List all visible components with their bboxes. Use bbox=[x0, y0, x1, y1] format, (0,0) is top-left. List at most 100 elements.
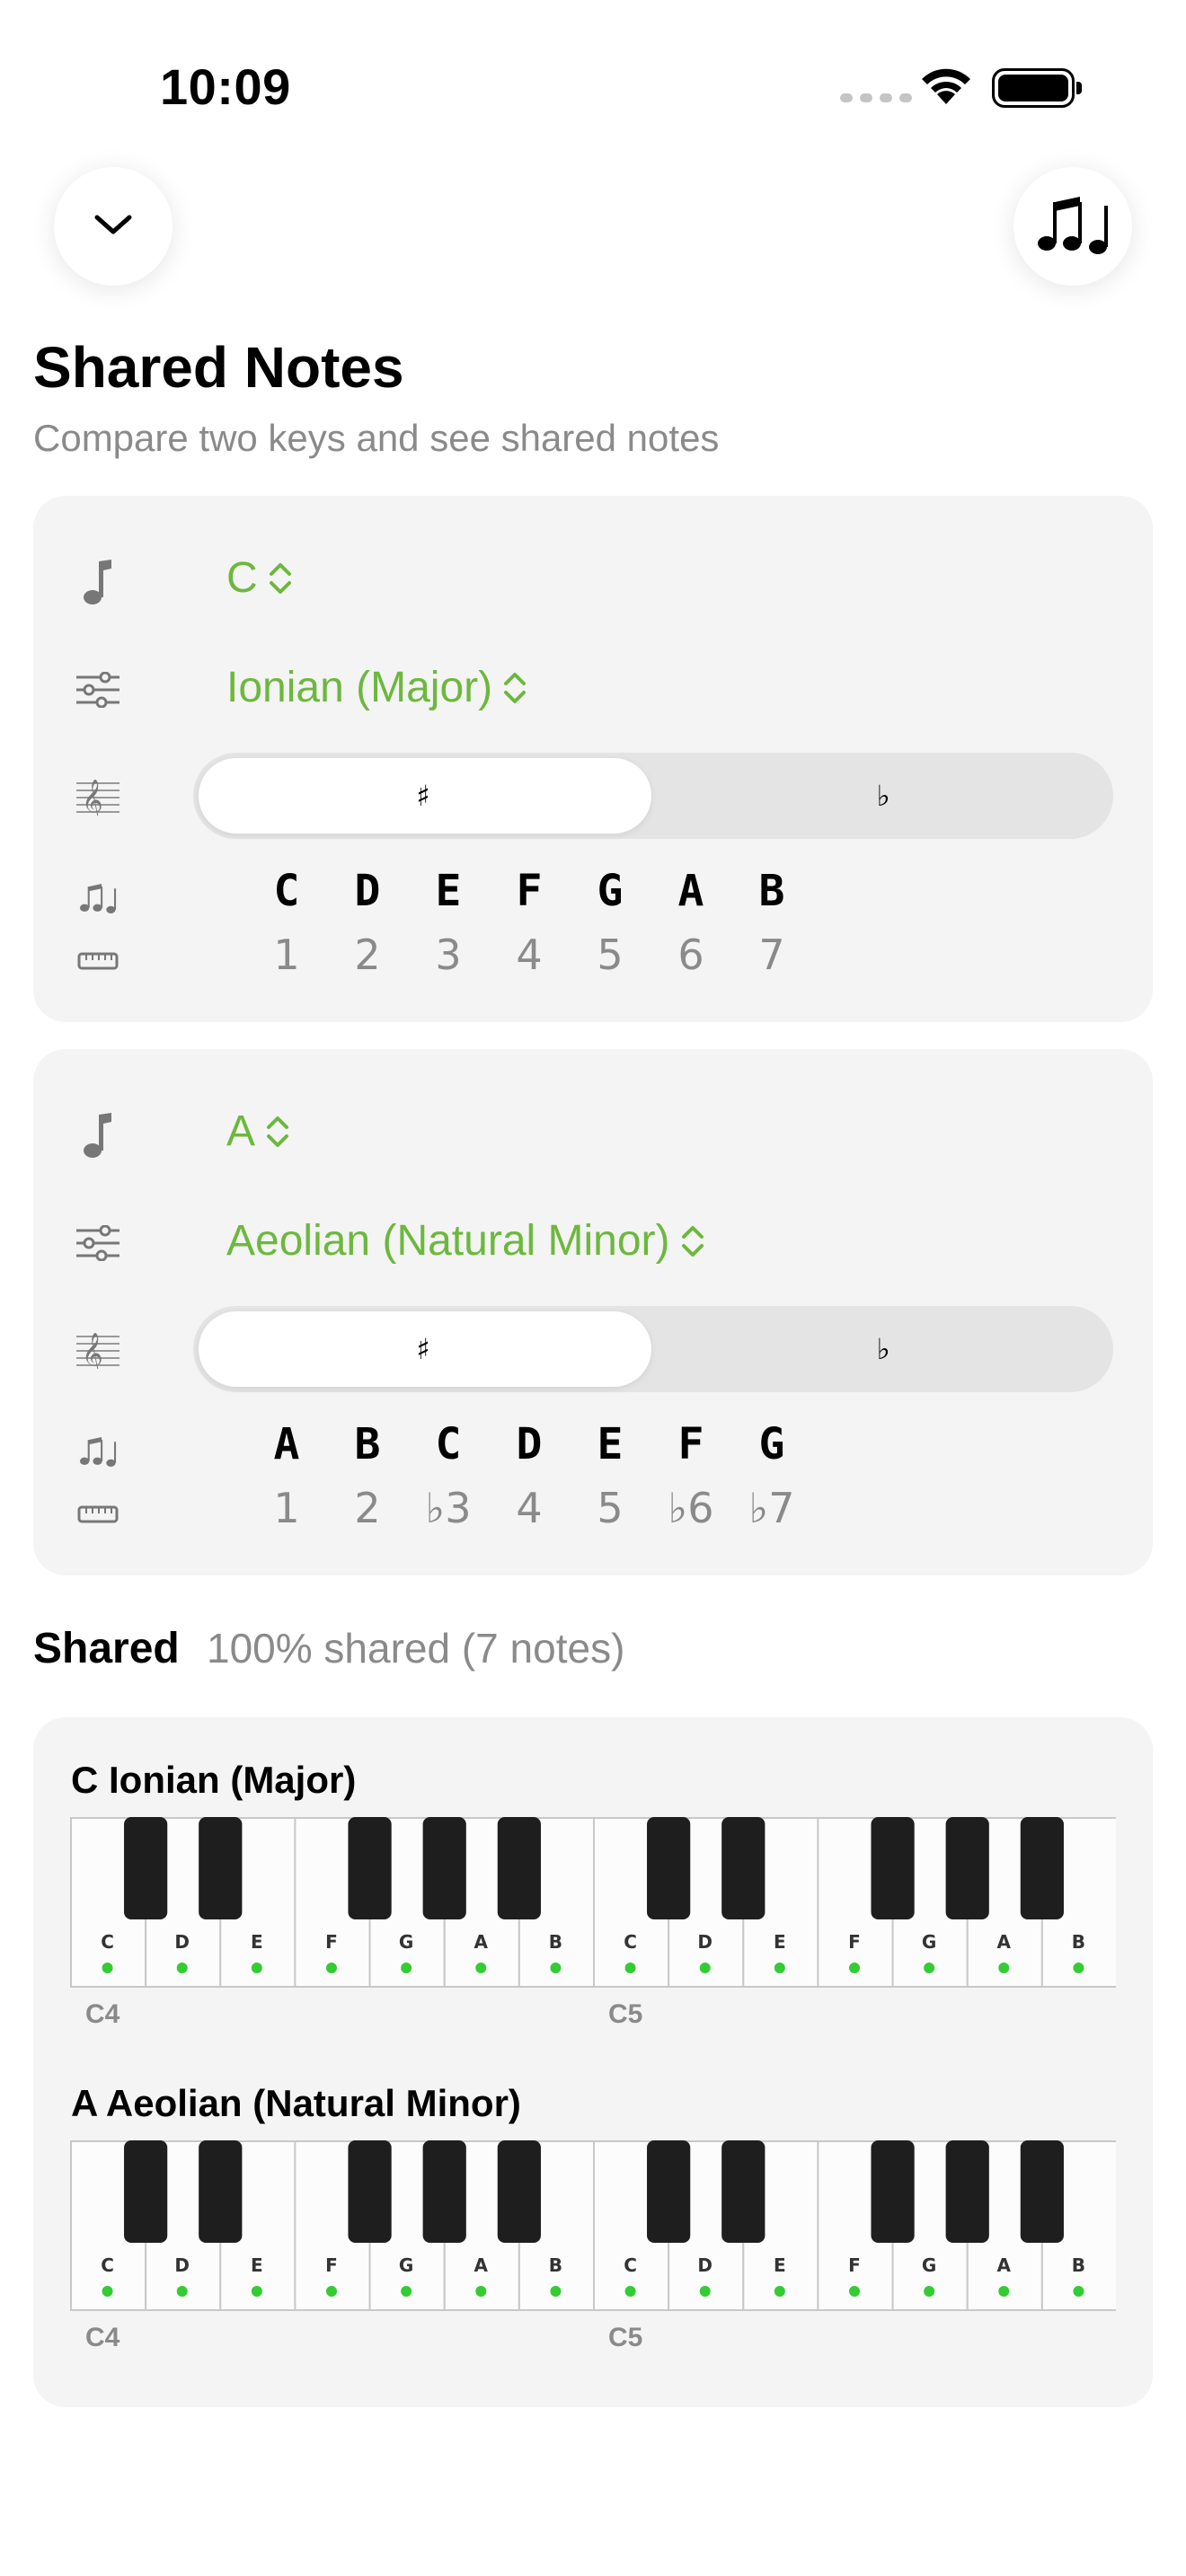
dismiss-button[interactable] bbox=[54, 167, 173, 286]
key-card-1: C Ionian (Major) 𝄞 ♯ ♭ C D E F G A B 1 2 bbox=[33, 496, 1153, 1022]
scale-degree: 6 bbox=[677, 931, 704, 979]
black-key[interactable] bbox=[1020, 2140, 1064, 2243]
key-label: C bbox=[624, 1931, 637, 1953]
key-label: A bbox=[474, 2254, 489, 2276]
key-label: F bbox=[325, 1931, 338, 1953]
shared-note-dot bbox=[774, 1963, 785, 1973]
key-label: G bbox=[922, 1931, 936, 1953]
scale-note: E bbox=[597, 1419, 624, 1469]
shared-note-dot bbox=[924, 2286, 935, 2297]
chevron-updown-icon bbox=[681, 1223, 704, 1259]
black-key[interactable] bbox=[497, 1817, 541, 1919]
black-key[interactable] bbox=[1020, 1817, 1064, 1919]
treble-clef-icon: 𝄞 bbox=[71, 769, 125, 823]
scales-button[interactable] bbox=[1013, 167, 1132, 286]
mode-value: Aeolian (Natural Minor) bbox=[226, 1217, 670, 1265]
scale-degree: ♭3 bbox=[425, 1484, 472, 1532]
mode-value: Ionian (Major) bbox=[226, 664, 493, 711]
music-notes-icon bbox=[1035, 193, 1111, 260]
sliders-icon bbox=[71, 1216, 125, 1270]
shared-note-dot bbox=[326, 2286, 337, 2297]
shared-note-dot bbox=[326, 1963, 337, 1973]
key-label: B bbox=[1072, 1931, 1085, 1953]
segment-flat[interactable]: ♭ bbox=[653, 753, 1113, 839]
octave-label: C5 bbox=[608, 2323, 643, 2352]
black-key[interactable] bbox=[124, 2140, 168, 2243]
black-key[interactable] bbox=[422, 2140, 466, 2243]
segment-flat[interactable]: ♭ bbox=[653, 1306, 1113, 1392]
svg-text:𝄞: 𝄞 bbox=[82, 1333, 103, 1369]
piano-keyboard: CDEFGABCDEFGAB bbox=[70, 1817, 1116, 1988]
ruler-icon bbox=[71, 1487, 125, 1541]
key-label: E bbox=[774, 2254, 786, 2276]
root-picker[interactable]: C bbox=[226, 553, 292, 603]
black-key[interactable] bbox=[199, 2140, 243, 2243]
accidental-segmented-control: ♯ ♭ bbox=[193, 753, 1113, 839]
keyboards-card: C Ionian (Major) C D E F G A B C D E F G A B C4 C5 A … bbox=[33, 1717, 1153, 2407]
key-label: F bbox=[848, 2254, 861, 2276]
black-key[interactable] bbox=[945, 1817, 989, 1919]
chevron-updown-icon bbox=[266, 1114, 289, 1150]
scale-note: F bbox=[516, 866, 543, 916]
black-key[interactable] bbox=[348, 1817, 392, 1919]
black-key[interactable] bbox=[199, 1817, 243, 1919]
black-key[interactable] bbox=[348, 2140, 392, 2243]
key-label: E bbox=[251, 2254, 263, 2276]
shared-note-dot bbox=[251, 2286, 262, 2297]
black-key[interactable] bbox=[945, 2140, 989, 2243]
shared-note-dot bbox=[849, 1963, 860, 1973]
segment-sharp[interactable]: ♯ bbox=[193, 753, 653, 839]
scale-note: C bbox=[273, 866, 300, 916]
black-key[interactable] bbox=[422, 1817, 466, 1919]
mode-picker[interactable]: Ionian (Major) bbox=[226, 663, 527, 712]
black-key[interactable] bbox=[647, 1817, 691, 1919]
scale-note: F bbox=[677, 1419, 704, 1469]
shared-note-dot bbox=[550, 2286, 562, 2297]
shared-label: Shared bbox=[33, 1625, 180, 1672]
scale-note: D bbox=[516, 1419, 543, 1469]
scale-note: D bbox=[354, 866, 381, 916]
key-label: D bbox=[697, 2254, 712, 2276]
status-bar: 10:09 bbox=[0, 0, 1186, 162]
scale-note: B bbox=[354, 1419, 381, 1469]
scale-note: C bbox=[435, 1419, 462, 1469]
chevron-updown-icon bbox=[503, 670, 527, 706]
black-key[interactable] bbox=[497, 2140, 541, 2243]
piano-keyboard: CDEFGABCDEFGAB bbox=[70, 2140, 1116, 2311]
shared-percentage: 100% shared (7 notes) bbox=[207, 1625, 625, 1672]
key-label: G bbox=[922, 2254, 936, 2276]
black-key[interactable] bbox=[124, 1817, 168, 1919]
music-notes-icon bbox=[71, 871, 125, 925]
shared-note-dot bbox=[624, 1963, 636, 1973]
battery-icon bbox=[992, 68, 1082, 108]
shared-note-dot bbox=[624, 2286, 636, 2297]
scale-notes-row: C D E F G A B bbox=[246, 866, 812, 916]
key-label: E bbox=[251, 1931, 263, 1953]
shared-note-dot bbox=[176, 1963, 188, 1973]
shared-note-dot bbox=[1073, 1963, 1084, 1973]
shared-note-dot bbox=[401, 1963, 412, 1973]
key-label: C bbox=[624, 2254, 637, 2276]
scale-note: A bbox=[677, 866, 704, 916]
key-label: A bbox=[997, 2254, 1012, 2276]
scale-note: B bbox=[758, 866, 785, 916]
music-note-icon bbox=[71, 1108, 125, 1162]
scale-degree: 3 bbox=[435, 931, 462, 979]
black-key[interactable] bbox=[647, 2140, 691, 2243]
black-key[interactable] bbox=[721, 2140, 766, 2243]
shared-note-dot bbox=[102, 1963, 113, 1973]
shared-note-dot bbox=[475, 2286, 487, 2297]
root-value: A bbox=[226, 1107, 256, 1155]
chevron-down-icon bbox=[93, 212, 133, 242]
black-key[interactable] bbox=[871, 1817, 915, 1919]
black-key[interactable] bbox=[721, 1817, 766, 1919]
scale-degree: 5 bbox=[597, 1484, 624, 1532]
scale-degrees-row: 1 2 3 4 5 6 7 bbox=[246, 931, 812, 979]
shared-note-dot bbox=[699, 1963, 711, 1973]
scale-note: E bbox=[435, 866, 462, 916]
black-key[interactable] bbox=[871, 2140, 915, 2243]
key-label: D bbox=[174, 2254, 190, 2276]
segment-sharp[interactable]: ♯ bbox=[193, 1306, 653, 1392]
mode-picker[interactable]: Aeolian (Natural Minor) bbox=[226, 1216, 704, 1266]
root-picker[interactable]: A bbox=[226, 1107, 289, 1156]
